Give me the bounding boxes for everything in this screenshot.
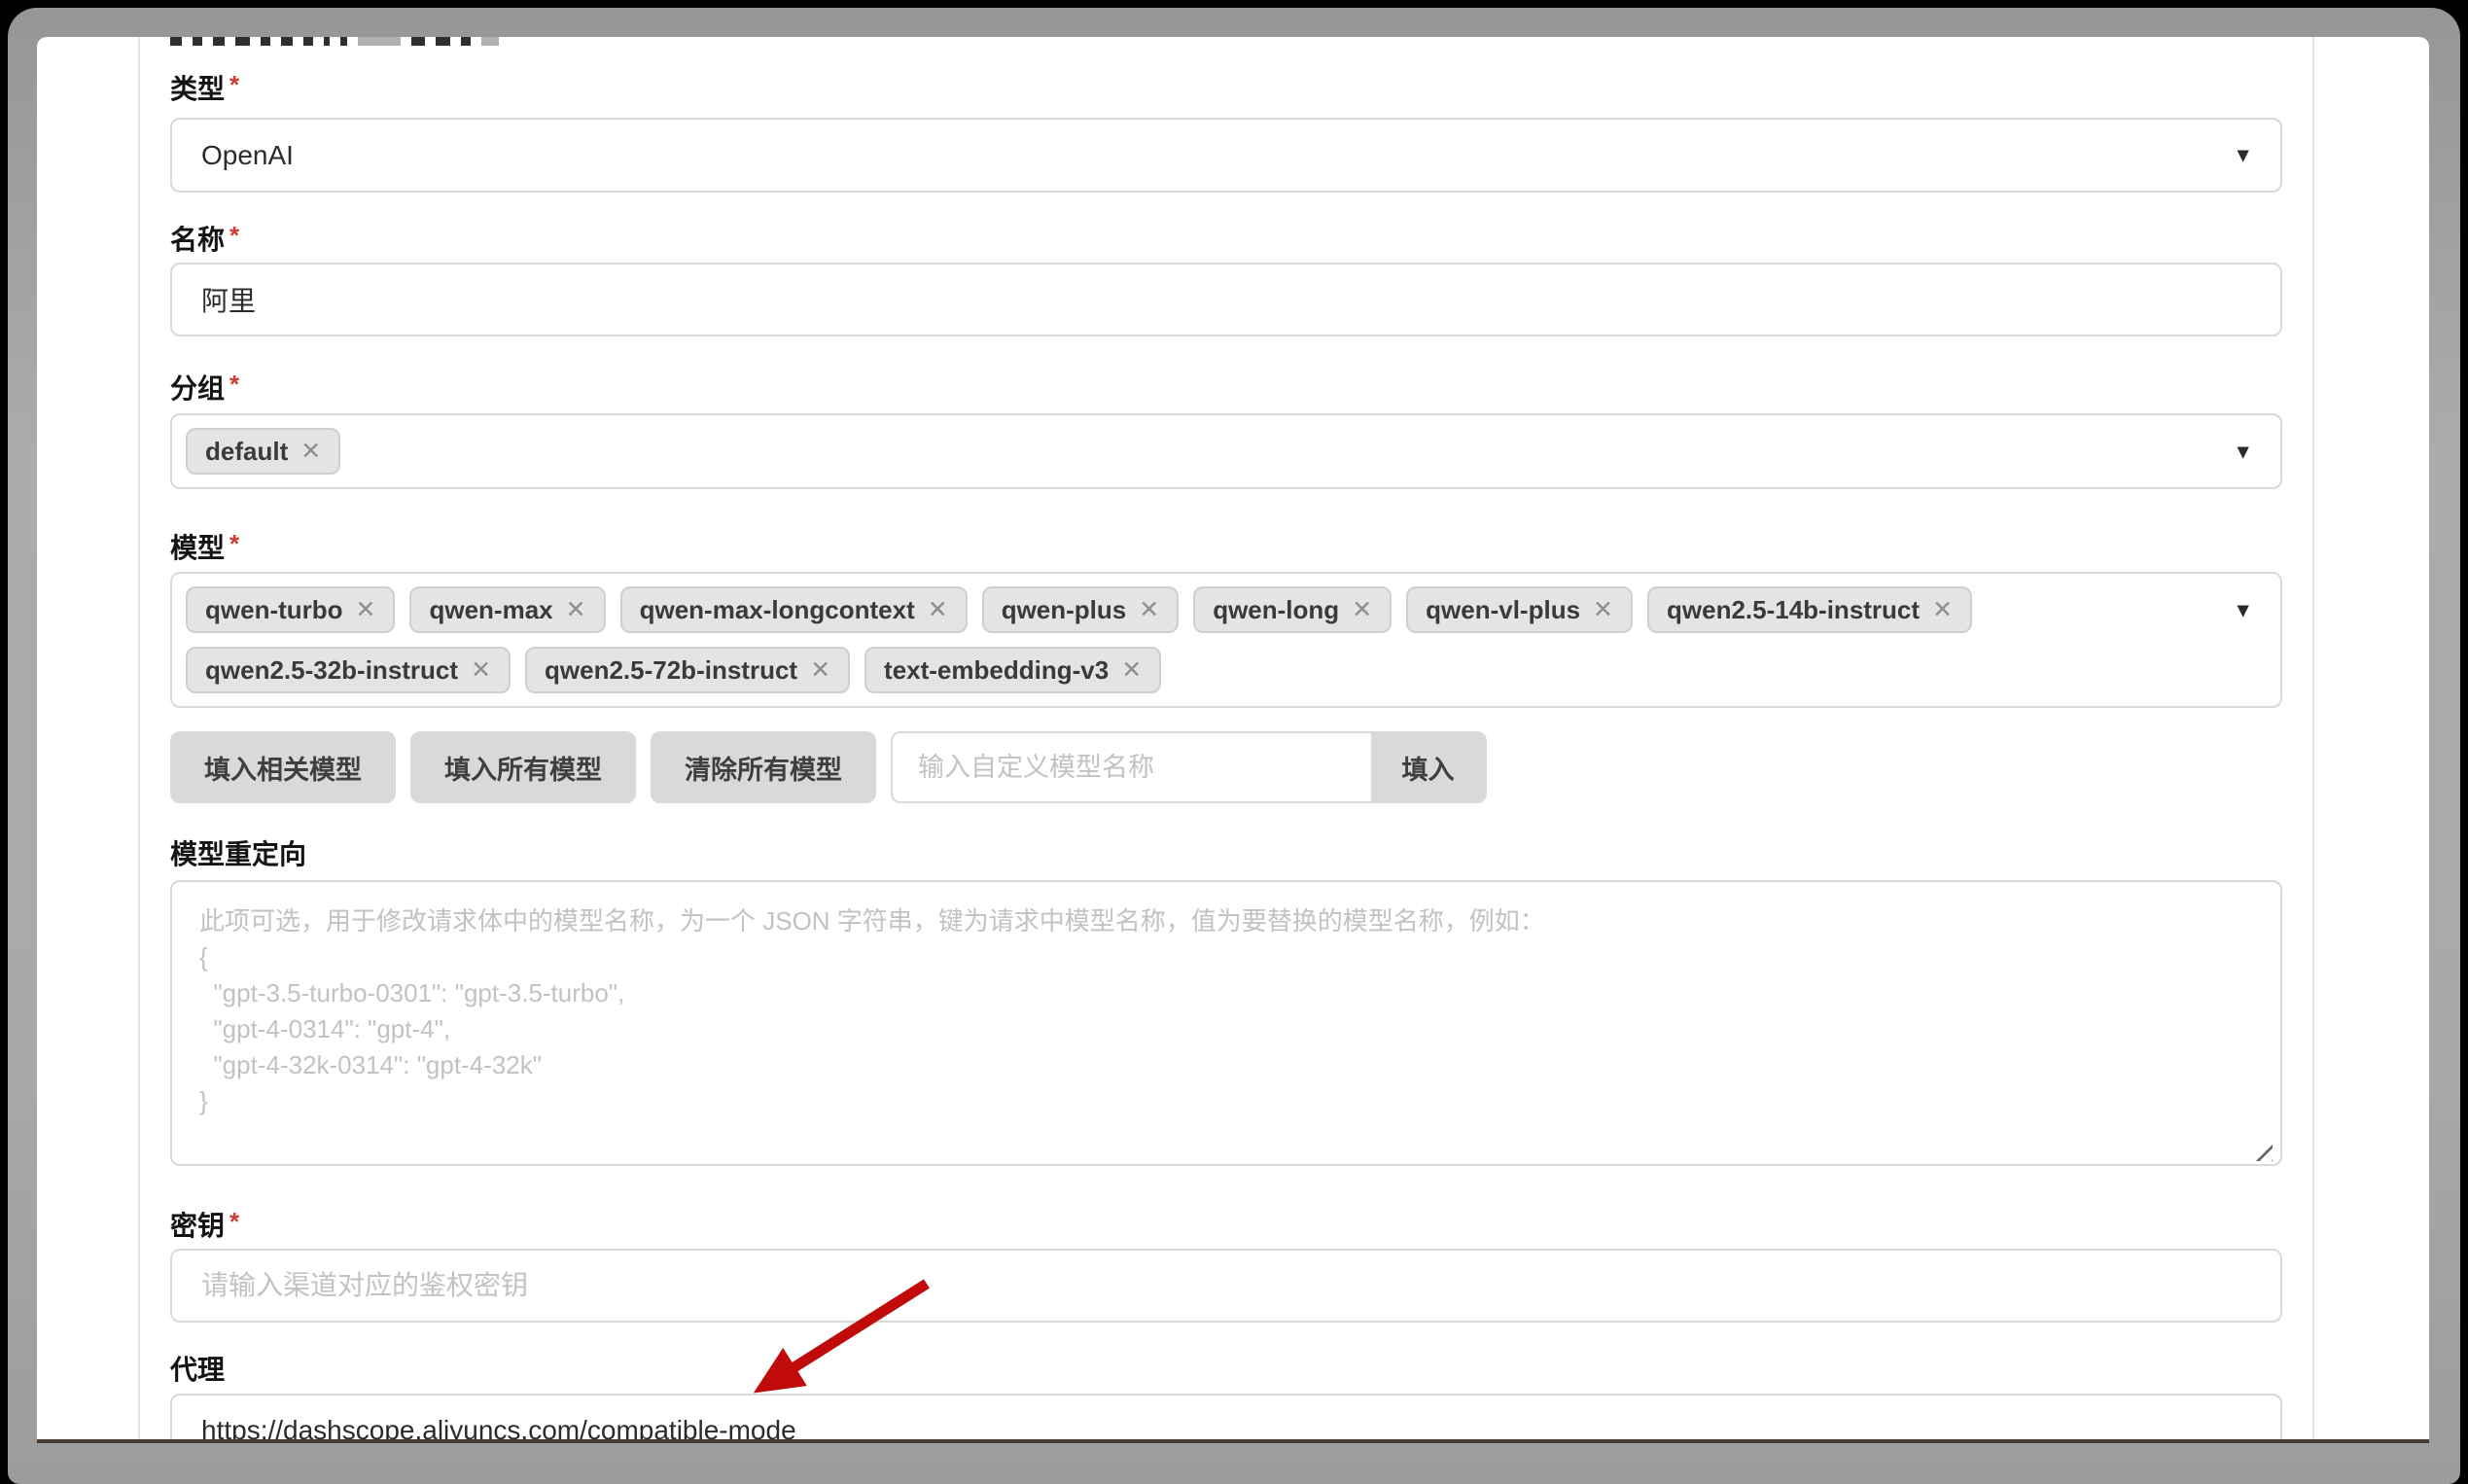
required-asterisk: * <box>229 529 239 558</box>
model-mapping-wrap <box>170 871 2282 1171</box>
model-tag[interactable]: qwen-vl-plus ✕ <box>1406 586 1633 633</box>
required-asterisk: * <box>229 70 239 99</box>
model-tag[interactable]: qwen-max-longcontext ✕ <box>620 586 968 633</box>
clipped-header-text <box>170 37 2282 46</box>
group-label: 分组* <box>170 372 2282 406</box>
model-tag-label: qwen-plus <box>1002 595 1127 625</box>
group-tag-label: default <box>205 437 288 467</box>
key-input[interactable] <box>170 1249 2282 1323</box>
group-tag[interactable]: default ✕ <box>186 428 340 475</box>
remove-tag-icon[interactable]: ✕ <box>300 440 321 464</box>
remove-tag-icon[interactable]: ✕ <box>928 598 948 622</box>
fill-custom-model-button[interactable]: 填入 <box>1371 733 1485 801</box>
clear-all-models-button[interactable]: 清除所有模型 <box>651 731 876 803</box>
models-select[interactable]: qwen-turbo✕qwen-max✕qwen-max-longcontext… <box>170 572 2282 708</box>
model-tag-label: qwen2.5-72b-instruct <box>545 655 797 686</box>
model-tag[interactable]: qwen-long ✕ <box>1193 586 1392 633</box>
model-mapping-label: 模型重定向 <box>170 838 2282 871</box>
required-asterisk: * <box>229 221 239 250</box>
model-tag[interactable]: qwen-max ✕ <box>409 586 605 633</box>
proxy-label: 代理 <box>170 1354 2282 1387</box>
channel-form-card: 类型* OpenAI ▼ 名称* 分组* default ✕ ▼ 模型* <box>138 37 2314 1439</box>
remove-tag-icon[interactable]: ✕ <box>356 598 376 622</box>
model-tag-list: qwen-turbo✕qwen-max✕qwen-max-longcontext… <box>186 586 2222 693</box>
remove-tag-icon[interactable]: ✕ <box>471 658 491 683</box>
proxy-input[interactable] <box>170 1394 2282 1443</box>
model-tag[interactable]: qwen2.5-14b-instruct ✕ <box>1647 586 1972 633</box>
model-tag-label: text-embedding-v3 <box>884 655 1109 686</box>
key-label: 密钥* <box>170 1210 2282 1243</box>
model-tag-label: qwen2.5-14b-instruct <box>1667 595 1920 625</box>
remove-tag-icon[interactable]: ✕ <box>566 598 586 622</box>
model-tag[interactable]: qwen-turbo ✕ <box>186 586 395 633</box>
model-tag-label: qwen-max-longcontext <box>640 595 915 625</box>
remove-tag-icon[interactable]: ✕ <box>810 658 830 683</box>
fill-related-models-button[interactable]: 填入相关模型 <box>170 731 396 803</box>
required-asterisk: * <box>229 370 239 399</box>
remove-tag-icon[interactable]: ✕ <box>1121 658 1142 683</box>
chevron-down-icon[interactable]: ▼ <box>2233 145 2253 165</box>
model-tag-label: qwen-turbo <box>205 595 343 625</box>
type-label: 类型* <box>170 73 2282 106</box>
model-tag[interactable]: qwen-plus ✕ <box>982 586 1180 633</box>
custom-model-group: 填入 <box>891 731 1487 803</box>
type-select[interactable]: OpenAI ▼ <box>170 118 2282 193</box>
models-label: 模型* <box>170 532 2282 565</box>
model-mapping-textarea[interactable] <box>170 880 2282 1166</box>
remove-tag-icon[interactable]: ✕ <box>1139 598 1159 622</box>
model-buttons-row: 填入相关模型 填入所有模型 清除所有模型 填入 <box>170 731 2282 803</box>
model-tag[interactable]: qwen2.5-32b-instruct ✕ <box>186 647 511 693</box>
page-content: 类型* OpenAI ▼ 名称* 分组* default ✕ ▼ 模型* <box>37 37 2429 1443</box>
name-label: 名称* <box>170 224 2282 257</box>
window-frame: 类型* OpenAI ▼ 名称* 分组* default ✕ ▼ 模型* <box>8 8 2460 1484</box>
group-select[interactable]: default ✕ ▼ <box>170 413 2282 489</box>
type-select-value: OpenAI <box>201 140 294 171</box>
model-tag-label: qwen-max <box>429 595 552 625</box>
model-tag[interactable]: text-embedding-v3 ✕ <box>864 647 1161 693</box>
remove-tag-icon[interactable]: ✕ <box>1932 598 1953 622</box>
model-tag-label: qwen-vl-plus <box>1426 595 1580 625</box>
model-tag[interactable]: qwen2.5-72b-instruct ✕ <box>525 647 850 693</box>
fill-all-models-button[interactable]: 填入所有模型 <box>410 731 636 803</box>
required-asterisk: * <box>229 1207 239 1236</box>
custom-model-input[interactable] <box>893 733 1371 801</box>
remove-tag-icon[interactable]: ✕ <box>1593 598 1613 622</box>
chevron-down-icon[interactable]: ▼ <box>2233 442 2253 463</box>
name-input[interactable] <box>170 263 2282 336</box>
chevron-down-icon[interactable]: ▼ <box>2233 601 2253 621</box>
remove-tag-icon[interactable]: ✕ <box>1352 598 1372 622</box>
group-tag-list: default ✕ <box>186 428 340 475</box>
model-tag-label: qwen2.5-32b-instruct <box>205 655 458 686</box>
model-tag-label: qwen-long <box>1213 595 1339 625</box>
